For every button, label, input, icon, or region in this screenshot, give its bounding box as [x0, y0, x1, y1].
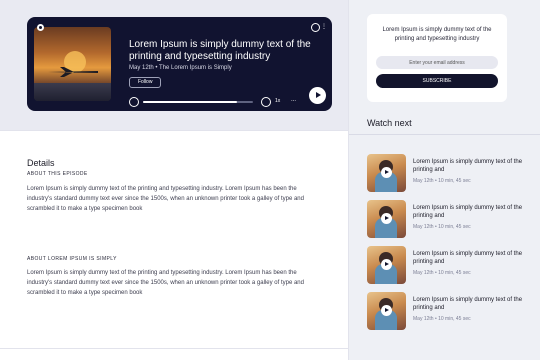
playback-controls: 1x ...: [129, 97, 329, 107]
speed-label[interactable]: 1x: [275, 98, 280, 104]
play-icon[interactable]: [381, 259, 392, 270]
episode-thumbnail: [367, 200, 406, 238]
podcast-episode-page: ⋮ Lorem Ipsum is simply dummy text of th…: [0, 0, 540, 360]
episode-meta: May 12th • The Lorem Ipsum is Simply: [129, 65, 232, 71]
details-title: Details: [27, 158, 55, 168]
watch-next-item-meta: May 12th • 10 min, 45 sec: [413, 178, 471, 184]
watch-next-divider: [349, 134, 540, 135]
more-options-icon[interactable]: ⋮: [321, 24, 327, 30]
play-icon[interactable]: [381, 167, 392, 178]
watch-next-item-meta: May 12th • 10 min, 45 sec: [413, 270, 471, 276]
about-episode-heading: ABOUT THIS EPISODE: [27, 171, 88, 177]
watch-next-item-title: Lorem Ipsum is simply dummy text of the …: [413, 205, 523, 219]
watch-next-item[interactable]: Lorem Ipsum is simply dummy text of the …: [367, 200, 537, 240]
watch-next-item-title: Lorem Ipsum is simply dummy text of the …: [413, 159, 523, 173]
subscribe-card: Lorem Ipsum is simply dummy text of the …: [367, 14, 507, 102]
progress-fill: [143, 101, 237, 103]
watch-next-item[interactable]: Lorem Ipsum is simply dummy text of the …: [367, 292, 537, 332]
section-divider: [0, 130, 348, 131]
forward-icon[interactable]: [261, 97, 271, 107]
email-field[interactable]: [376, 56, 498, 69]
about-show-heading: ABOUT LOREM IPSUM IS SIMPLY: [27, 256, 117, 262]
artwork-runway: [34, 83, 111, 101]
watch-next-item-meta: May 12th • 10 min, 45 sec: [413, 224, 471, 230]
watch-next-item-meta: May 12th • 10 min, 45 sec: [413, 316, 471, 322]
about-episode-text: Lorem Ipsum is simply dummy text of the …: [27, 186, 304, 212]
bottom-divider: [0, 348, 348, 349]
more-controls[interactable]: ...: [291, 97, 296, 103]
column-divider: [348, 0, 349, 360]
episode-title: Lorem Ipsum is simply dummy text of the …: [129, 39, 311, 62]
rewind-icon[interactable]: [129, 97, 139, 107]
play-icon[interactable]: [381, 213, 392, 224]
about-show-text: Lorem Ipsum is simply dummy text of the …: [27, 270, 304, 296]
share-icon[interactable]: [311, 23, 320, 32]
watch-next-item[interactable]: Lorem Ipsum is simply dummy text of the …: [367, 154, 537, 194]
episode-thumbnail: [367, 246, 406, 284]
watch-next-item-title: Lorem Ipsum is simply dummy text of the …: [413, 251, 523, 265]
play-button[interactable]: [309, 87, 326, 104]
progress-track[interactable]: [143, 101, 253, 103]
subscribe-button[interactable]: SUBSCRIBE: [376, 74, 498, 88]
subscribe-text: Lorem Ipsum is simply dummy text of the …: [382, 27, 492, 42]
episode-player: ⋮ Lorem Ipsum is simply dummy text of th…: [27, 17, 332, 111]
hero-band: ⋮ Lorem Ipsum is simply dummy text of th…: [0, 0, 348, 130]
watch-next-title: Watch next: [367, 118, 412, 128]
play-icon[interactable]: [381, 305, 392, 316]
airplane-icon: [48, 67, 98, 77]
follow-button[interactable]: Follow: [129, 77, 162, 88]
watch-next-item-title: Lorem Ipsum is simply dummy text of the …: [413, 297, 523, 311]
episode-thumbnail: [367, 292, 406, 330]
episode-artwork: [34, 27, 111, 101]
episode-thumbnail: [367, 154, 406, 192]
logo-icon: [37, 24, 44, 31]
watch-next-item[interactable]: Lorem Ipsum is simply dummy text of the …: [367, 246, 537, 286]
